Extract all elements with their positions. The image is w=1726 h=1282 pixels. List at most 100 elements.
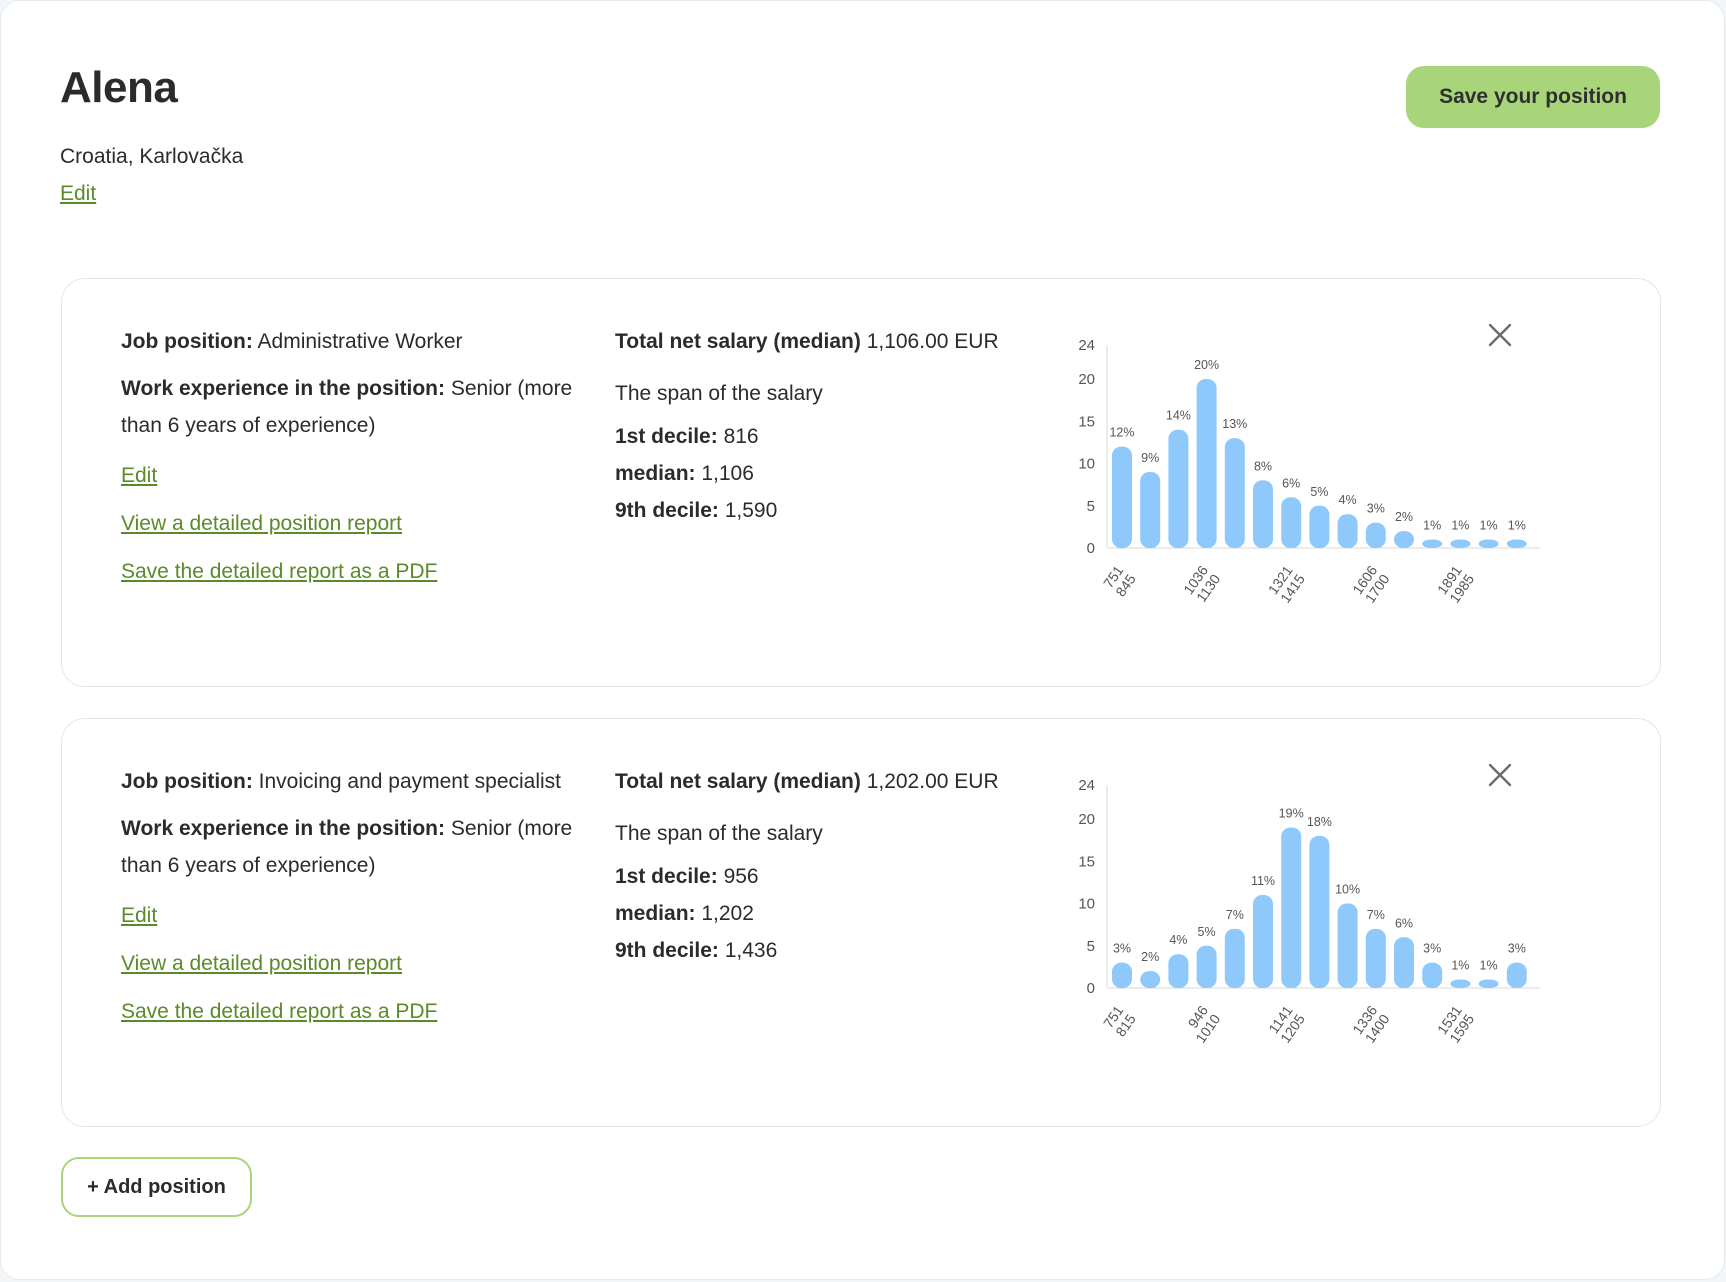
position-links: Edit View a detailed position report Sav… [121,892,591,1036]
position-links: Edit View a detailed position report Sav… [121,452,591,596]
bar-data-label: 7% [1367,908,1385,922]
x-tick-label: 9461010 [1180,1002,1223,1045]
bar [1253,480,1273,548]
x-tick-label: 751845 [1100,562,1139,599]
bar [1422,962,1443,988]
bar-data-label: 4% [1169,933,1187,947]
first-decile: 1st decile: 816 [615,418,1055,455]
profile-page: Alena Croatia, Karlovačka Edit Save your… [0,0,1725,1280]
bar [1337,903,1358,988]
bar-data-label: 3% [1113,942,1131,956]
median-value: 1,202 [701,902,754,925]
save-pdf-link[interactable]: Save the detailed report as a PDF [121,988,591,1036]
bar-data-label: 10% [1335,883,1360,897]
y-tick-label: 0 [1087,980,1095,997]
bar-data-label: 1% [1423,519,1441,533]
close-icon[interactable] [1484,759,1516,791]
bar [1224,438,1245,548]
job-position: Job position: Invoicing and payment spec… [121,763,591,800]
y-tick-label: 24 [1078,337,1095,354]
median-salary-value: 1,106.00 EUR [866,330,999,353]
bar-data-label: 4% [1339,493,1357,507]
bar [1394,531,1414,548]
work-experience: Work experience in the position: Senior … [121,810,591,884]
y-tick-label: 20 [1078,371,1095,388]
median-salary-label: Total net salary (median) [615,330,861,353]
bar-data-label: 7% [1226,908,1244,922]
bar [1422,539,1443,548]
bar [1506,962,1527,988]
view-report-link[interactable]: View a detailed position report [121,940,591,988]
job-position-value: Administrative Worker [257,330,463,353]
work-experience-label: Work experience in the position: [121,377,446,400]
profile-location: Croatia, Karlovačka [60,145,244,168]
x-tick-label: 15311595 [1434,1002,1477,1045]
work-experience-label: Work experience in the position: [121,817,446,840]
salary-span-title: The span of the salary [615,382,823,405]
bar [1140,471,1161,548]
bar-data-label: 1% [1480,959,1498,973]
median-salary-value: 1,202.00 EUR [866,770,999,793]
x-tick-label: 18911985 [1434,562,1477,605]
bar-data-label: 1% [1451,959,1469,973]
bar [1281,497,1302,548]
bar [1196,945,1217,988]
salary-info: Total net salary (median) 1,106.00 EUR T… [615,323,1055,529]
bar [1168,429,1189,548]
x-tick-label: 16061700 [1349,562,1392,605]
bar [1140,971,1161,988]
add-position-button[interactable]: + Add position [61,1157,252,1217]
bar [1112,962,1132,988]
bar [1506,539,1527,548]
bar-data-label: 1% [1480,519,1498,533]
bar [1365,928,1386,988]
bar [1478,979,1499,988]
bar-data-label: 2% [1395,510,1413,524]
job-position-label: Job position: [121,330,253,353]
bar-data-label: 9% [1141,451,1159,465]
y-tick-label: 5 [1087,498,1095,515]
y-tick-label: 24 [1078,777,1095,794]
x-tick-label: 751815 [1100,1002,1139,1039]
bar-data-label: 3% [1508,942,1526,956]
bar [1168,954,1189,988]
save-pdf-link[interactable]: Save the detailed report as a PDF [121,548,591,596]
first-decile-value: 956 [723,865,759,888]
ninth-decile: 9th decile: 1,590 [615,492,1055,529]
position-edit-link[interactable]: Edit [121,892,591,940]
job-position: Job position: Administrative Worker [121,323,591,360]
close-icon[interactable] [1484,319,1516,351]
bar-data-label: 18% [1307,815,1332,829]
bar [1281,827,1302,988]
ninth-decile: 9th decile: 1,436 [615,932,1055,969]
median-value: 1,106 [701,462,754,485]
ninth-decile-value: 1,436 [724,939,778,962]
y-tick-label: 10 [1078,456,1095,473]
median-salary: Total net salary (median) 1,202.00 EUR [615,763,1055,800]
bar [1394,937,1414,988]
salary-info: Total net salary (median) 1,202.00 EUR T… [615,763,1055,969]
save-position-button[interactable]: Save your position [1406,66,1660,128]
bar-data-label: 8% [1254,459,1272,473]
ninth-decile-label: 9th decile: [615,939,719,962]
median-salary-label: Total net salary (median) [615,770,861,793]
bar-data-label: 3% [1423,942,1441,956]
bar-data-label: 11% [1251,874,1275,888]
job-position-label: Job position: [121,770,253,793]
bar [1196,379,1217,548]
bar-data-label: 3% [1367,502,1385,516]
first-decile-label: 1st decile: [615,865,718,888]
y-tick-label: 5 [1087,938,1095,955]
y-tick-label: 10 [1078,896,1095,913]
bar [1309,505,1330,548]
position-card: Job position: Invoicing and payment spec… [61,718,1661,1127]
view-report-link[interactable]: View a detailed position report [121,500,591,548]
y-tick-label: 15 [1078,413,1095,430]
profile-edit-link[interactable]: Edit [60,182,96,206]
position-edit-link[interactable]: Edit [121,452,591,500]
bar [1478,539,1499,548]
job-position-value: Invoicing and payment specialist [258,770,562,793]
median-label: median: [615,462,696,485]
bar-data-label: 19% [1279,806,1304,820]
x-tick-label: 11411205 [1265,1002,1308,1045]
